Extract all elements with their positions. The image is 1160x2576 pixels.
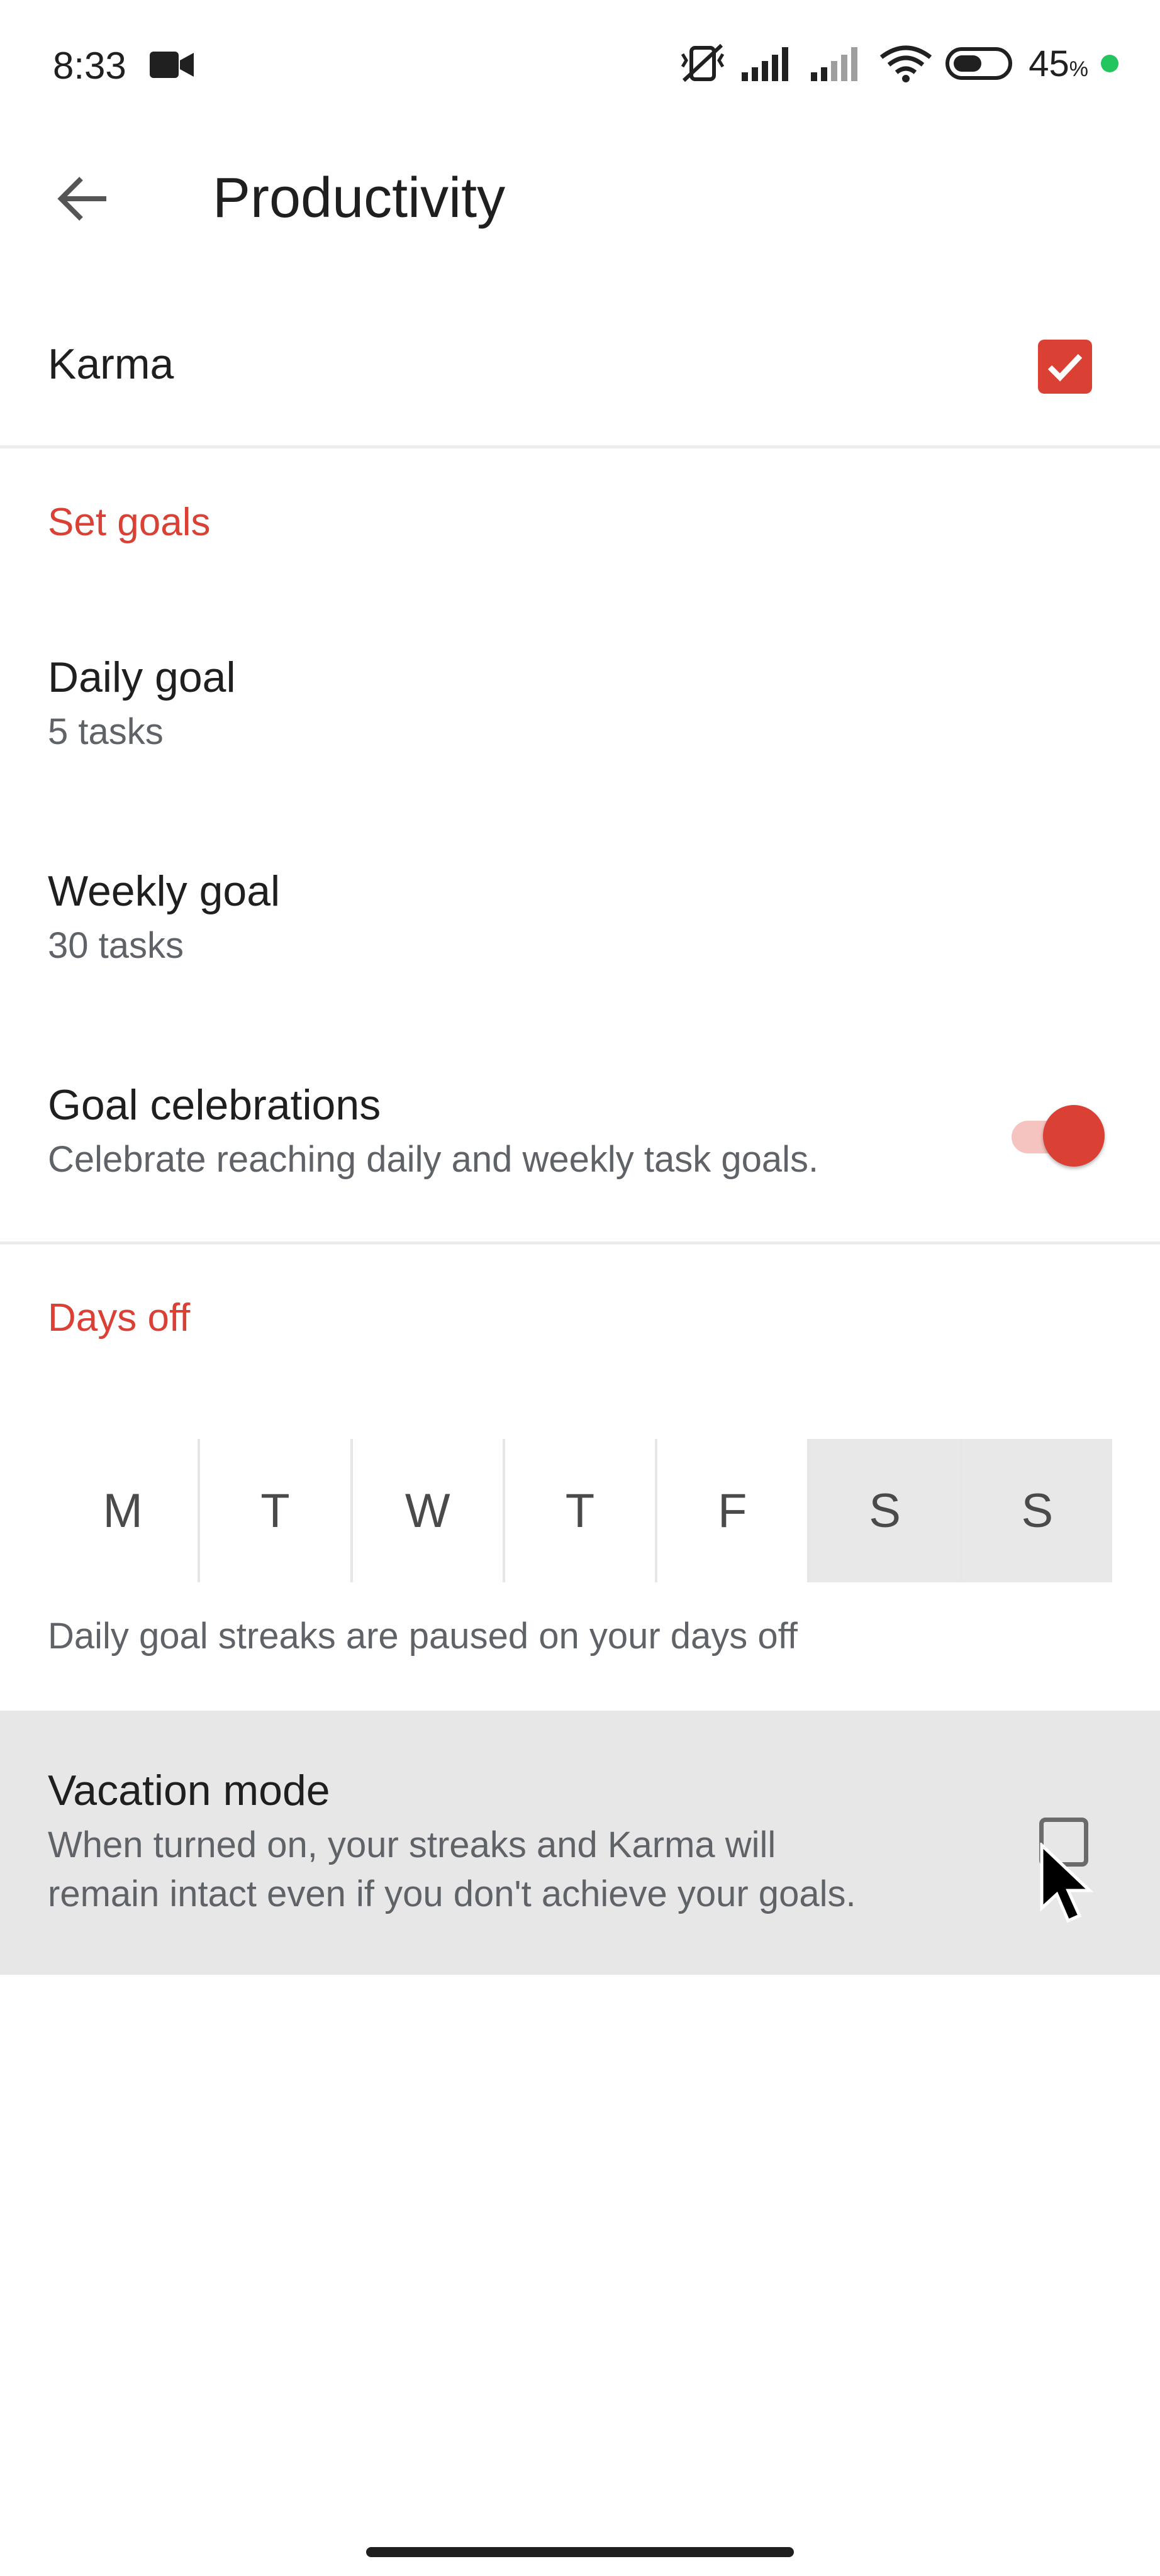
goal-celebrations-subtitle: Celebrate reaching daily and weekly task…: [48, 1139, 819, 1180]
video-camera-icon: [150, 52, 194, 78]
weekly-goal-title: Weekly goal: [48, 867, 281, 915]
section-header-days-off: Days off: [48, 1296, 191, 1340]
signal-icon-1: [742, 47, 789, 81]
checkmark-icon: [1047, 353, 1083, 382]
wifi-icon: [880, 45, 932, 82]
section-header-set-goals: Set goals: [48, 501, 211, 544]
weekly-goal-value: 30 tasks: [48, 925, 184, 966]
days-off-selector: M T W T F S S: [48, 1439, 1112, 1582]
vacation-mode-subtitle-line1: When turned on, your streaks and Karma w…: [48, 1824, 776, 1865]
app-bar: Productivity: [0, 132, 1160, 258]
status-bar: 8:33 45%: [0, 0, 1160, 132]
daily-goal-row[interactable]: Daily goal 5 tasks: [0, 623, 1160, 792]
day-thursday[interactable]: T: [505, 1439, 658, 1582]
signal-icon-2: [811, 47, 858, 81]
battery-level: 45%: [1029, 43, 1088, 84]
privacy-indicator-dot: [1101, 55, 1118, 72]
vibrate-mute-icon: [681, 43, 725, 82]
vacation-mode-row[interactable]: Vacation mode When turned on, your strea…: [0, 1711, 1160, 1975]
toggle-thumb: [1043, 1105, 1105, 1167]
karma-row[interactable]: Karma: [0, 314, 1160, 440]
day-monday[interactable]: M: [48, 1439, 201, 1582]
divider: [0, 1241, 1160, 1245]
home-indicator[interactable]: [366, 2547, 794, 2557]
day-saturday[interactable]: S: [810, 1439, 962, 1582]
battery-unit: %: [1069, 57, 1088, 81]
back-button[interactable]: [44, 161, 120, 236]
arrow-back-icon: [57, 177, 106, 221]
goal-celebrations-row[interactable]: Goal celebrations Celebrate reaching dai…: [0, 1050, 1160, 1220]
divider: [0, 445, 1160, 448]
day-wednesday[interactable]: W: [353, 1439, 505, 1582]
status-icons: 45%: [678, 42, 1118, 86]
daily-goal-title: Daily goal: [48, 653, 236, 701]
days-off-note: Daily goal streaks are paused on your da…: [48, 1616, 798, 1657]
day-sunday[interactable]: S: [962, 1439, 1112, 1582]
karma-label: Karma: [48, 340, 174, 388]
status-time: 8:33: [53, 45, 126, 87]
day-tuesday[interactable]: T: [200, 1439, 353, 1582]
vacation-mode-subtitle-line2: remain intact even if you don't achieve …: [48, 1874, 856, 1914]
goal-celebrations-title: Goal celebrations: [48, 1081, 381, 1129]
battery-icon: [945, 47, 1013, 80]
weekly-goal-row[interactable]: Weekly goal 30 tasks: [0, 836, 1160, 1006]
goal-celebrations-toggle[interactable]: [1005, 1102, 1106, 1171]
daily-goal-value: 5 tasks: [48, 711, 164, 752]
day-friday[interactable]: F: [657, 1439, 810, 1582]
vacation-mode-title: Vacation mode: [48, 1767, 330, 1814]
mouse-cursor-icon: [1040, 1843, 1094, 1923]
page-title: Productivity: [213, 167, 506, 230]
karma-checkbox[interactable]: [1038, 340, 1092, 394]
